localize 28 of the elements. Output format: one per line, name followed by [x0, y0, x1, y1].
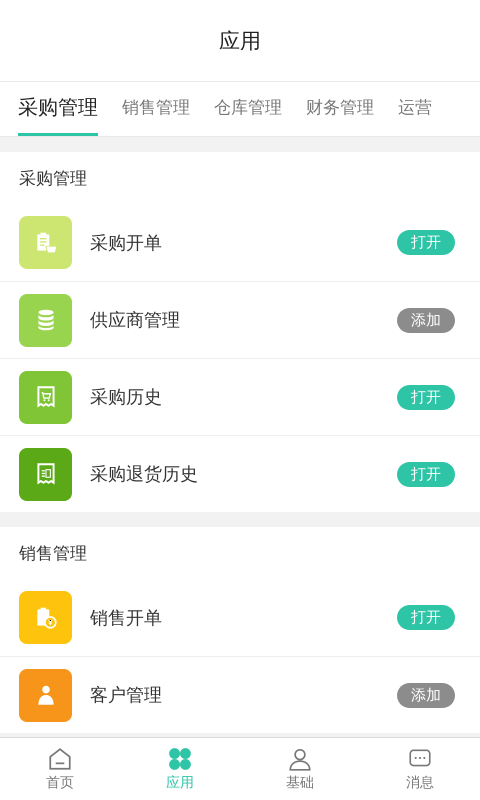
app-name: 采购历史 — [90, 386, 163, 409]
app-name: 采购退货历史 — [90, 463, 199, 486]
app-row[interactable]: 销售开单 打开 — [0, 579, 480, 656]
section-title: 采购管理 — [18, 168, 88, 190]
tab[interactable]: 运营 — [398, 82, 432, 136]
tab[interactable]: 财务管理 — [306, 82, 374, 136]
home-icon — [47, 746, 73, 772]
app-name: 销售开单 — [90, 606, 163, 630]
page-title: 应用 — [219, 28, 261, 54]
app-row[interactable]: 采购退货历史 打开 — [0, 435, 480, 512]
add-button[interactable]: 添加 — [397, 682, 455, 708]
nav-tab[interactable]: 基础 — [240, 738, 360, 800]
person-icon — [287, 746, 313, 772]
add-button[interactable]: 添加 — [397, 308, 455, 332]
section-title: 销售管理 — [18, 542, 88, 566]
app-name: 采购开单 — [90, 232, 163, 254]
tab[interactable]: 销售管理 — [122, 82, 190, 136]
tab[interactable]: 采购管理 — [18, 82, 98, 136]
app-row[interactable]: 供应商管理 添加 — [0, 281, 480, 358]
clover-icon — [167, 746, 193, 772]
app-row[interactable]: 客户管理 添加 — [0, 656, 480, 733]
app-name: 供应商管理 — [90, 309, 181, 332]
app-row[interactable]: 采购开单 打开 — [0, 204, 480, 281]
app-name: 客户管理 — [90, 684, 163, 707]
nav-tab[interactable]: 消息 — [360, 738, 480, 800]
app-row[interactable]: 采购历史 打开 — [0, 358, 480, 435]
tab[interactable]: 仓库管理 — [214, 82, 282, 136]
nav-tab[interactable]: 首页 — [0, 738, 120, 800]
